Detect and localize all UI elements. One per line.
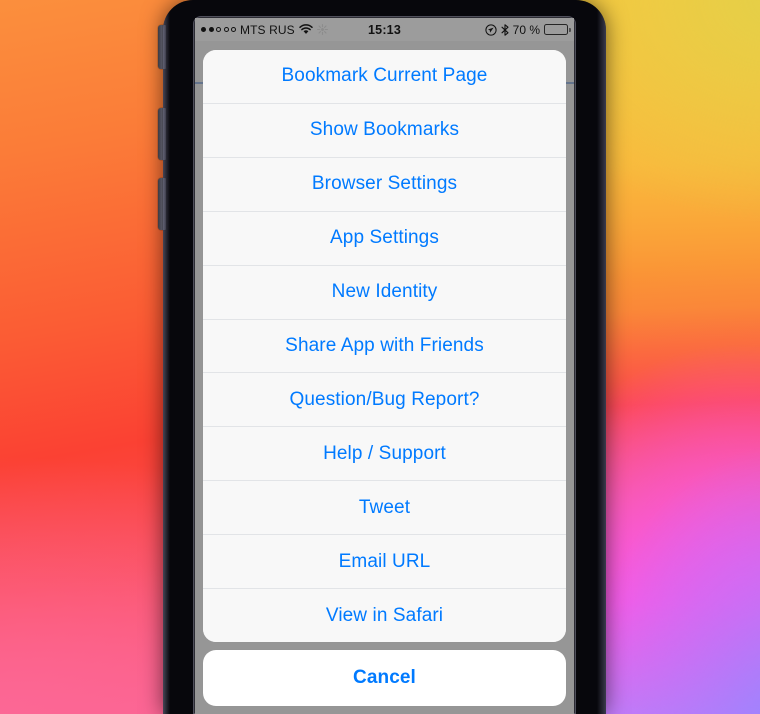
action-sheet: Bookmark Current Page Show Bookmarks Bro…: [203, 50, 566, 706]
action-item-show-bookmarks[interactable]: Show Bookmarks: [203, 103, 566, 158]
action-item-bookmark-current-page[interactable]: Bookmark Current Page: [203, 50, 566, 104]
battery-percent-label: 70 %: [512, 22, 541, 37]
cancel-button[interactable]: Cancel: [203, 650, 566, 706]
action-sheet-options-group: Bookmark Current Page Show Bookmarks Bro…: [203, 50, 566, 642]
phone-screen: MTS RUS 15:13 70 % Bookmark Current Page…: [195, 18, 574, 714]
battery-icon: [544, 24, 571, 35]
action-item-share-app-with-friends[interactable]: Share App with Friends: [203, 319, 566, 374]
status-bar: MTS RUS 15:13 70 %: [195, 18, 574, 41]
action-item-help-support[interactable]: Help / Support: [203, 427, 566, 482]
signal-dot-4-icon: [224, 27, 229, 32]
status-bar-right-group: 70 %: [401, 22, 571, 37]
action-item-browser-settings[interactable]: Browser Settings: [203, 157, 566, 212]
action-item-tweet[interactable]: Tweet: [203, 481, 566, 536]
carrier-label: MTS RUS: [240, 22, 295, 37]
location-arrow-icon: [485, 23, 497, 36]
signal-dot-3-icon: [216, 27, 221, 32]
action-item-question-bug-report[interactable]: Question/Bug Report?: [203, 373, 566, 428]
action-item-app-settings[interactable]: App Settings: [203, 211, 566, 266]
action-item-view-in-safari[interactable]: View in Safari: [203, 589, 566, 642]
signal-dot-1-icon: [201, 27, 206, 32]
action-item-email-url[interactable]: Email URL: [203, 535, 566, 590]
phone-device-frame: MTS RUS 15:13 70 % Bookmark Current Page…: [158, 0, 606, 714]
signal-dot-2-icon: [208, 27, 214, 32]
signal-strength-dots-icon: [201, 27, 236, 32]
screenshot-stage: MTS RUS 15:13 70 % Bookmark Current Page…: [0, 0, 760, 714]
network-activity-icon: [316, 24, 328, 35]
mute-switch-button[interactable]: [158, 25, 166, 69]
volume-down-button[interactable]: [158, 178, 166, 230]
clock-label: 15:13: [368, 22, 401, 37]
status-bar-center-group: 15:13: [368, 23, 401, 37]
wifi-icon: [298, 24, 313, 35]
volume-up-button[interactable]: [158, 108, 166, 160]
action-item-new-identity[interactable]: New Identity: [203, 265, 566, 320]
status-bar-left-group: MTS RUS: [201, 23, 368, 37]
signal-dot-5-icon: [231, 27, 236, 32]
bluetooth-icon: [501, 23, 509, 36]
